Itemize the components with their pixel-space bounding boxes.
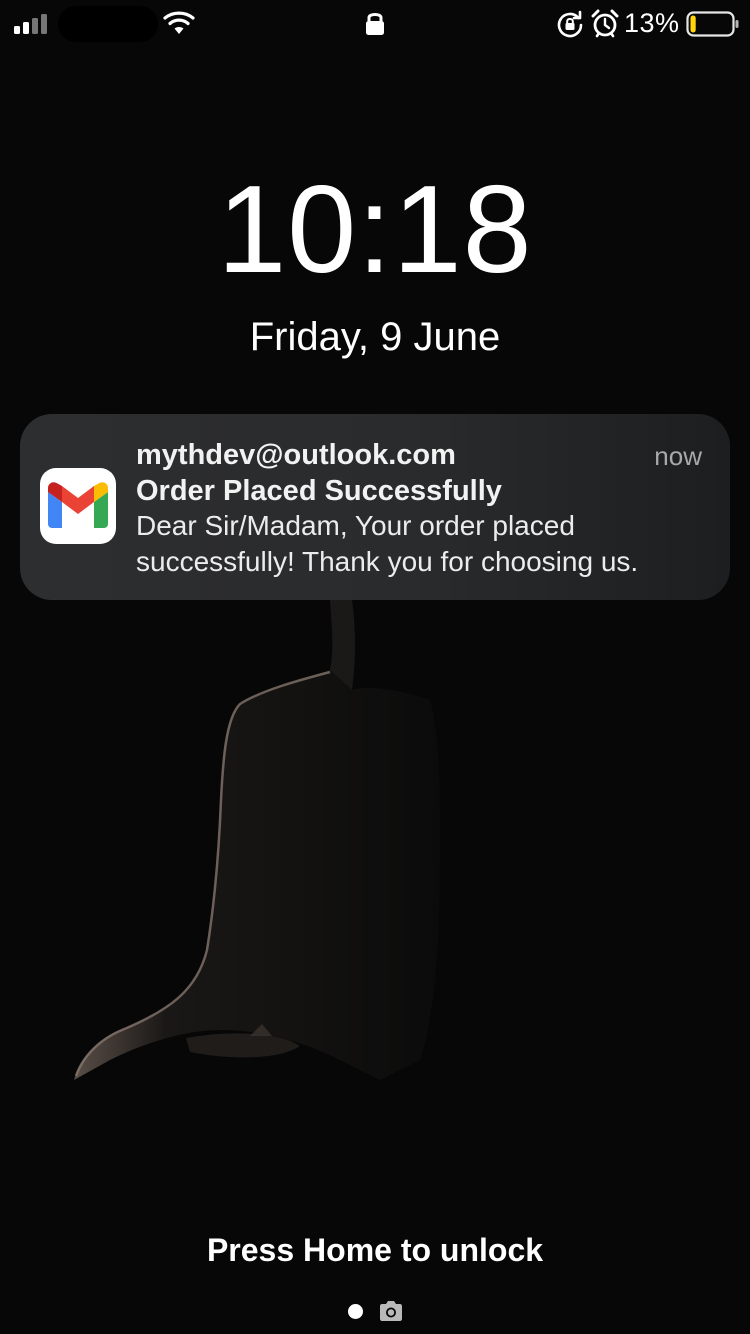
battery-percentage: 13% xyxy=(624,8,680,38)
notification-title: Order Placed Successfully xyxy=(136,475,502,507)
lock-screen-time: 10:18 xyxy=(217,161,533,299)
notification-time: now xyxy=(654,441,702,471)
signal-icon xyxy=(14,14,47,34)
notification-sender: mythdev@outlook.com xyxy=(136,439,456,471)
email-notification[interactable]: mythdev@outlook.com now Order Placed Suc… xyxy=(20,414,730,600)
lock-icon xyxy=(366,13,384,35)
page-dot xyxy=(348,1304,363,1319)
gmail-icon xyxy=(40,468,116,544)
alarm-icon xyxy=(591,9,619,38)
lock-screen-date: Friday, 9 June xyxy=(249,315,501,359)
camera-icon[interactable] xyxy=(378,1300,404,1322)
notification-body: Dear Sir/Madam, Your order placed succes… xyxy=(136,510,639,577)
rotation-lock-icon xyxy=(557,10,583,38)
battery-icon xyxy=(686,11,739,37)
wifi-icon xyxy=(163,11,195,34)
carrier-name-redacted xyxy=(58,6,158,42)
status-bar: 13% xyxy=(0,0,750,48)
unlock-hint: Press Home to unlock xyxy=(206,1232,544,1268)
